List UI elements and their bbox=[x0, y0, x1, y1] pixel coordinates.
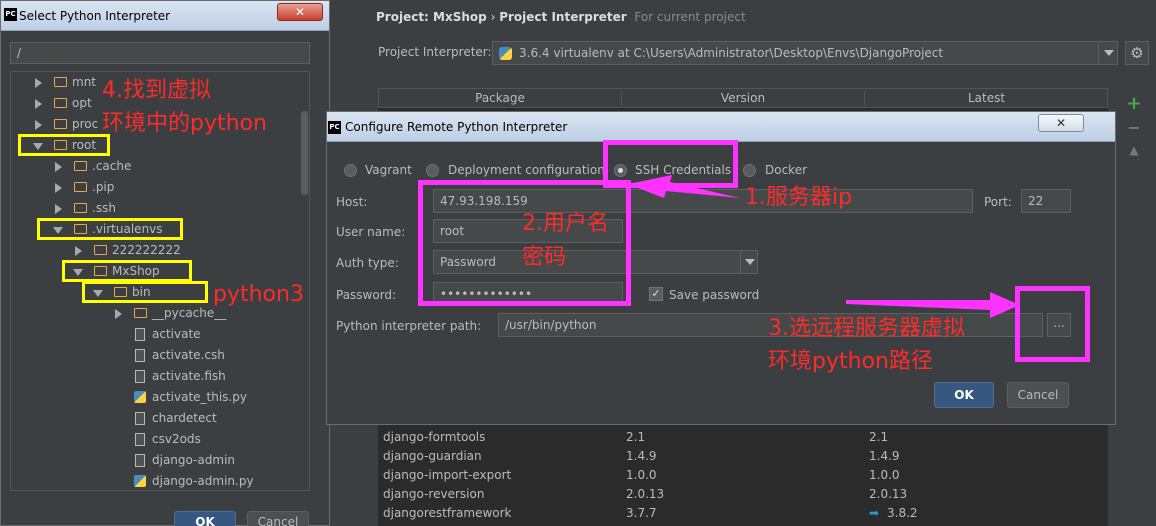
note-step3-line2: 环境python路径 bbox=[768, 349, 933, 374]
note-step4-line1: 4.找到虚拟 bbox=[102, 78, 211, 103]
note-step4-line2: 环境中的python bbox=[102, 111, 267, 136]
note-python3: python3 bbox=[213, 282, 304, 307]
note-step3-line1: 3.选远程服务器虚拟 bbox=[768, 316, 965, 341]
note-step1: 1.服务器ip bbox=[745, 185, 853, 210]
arrow-to-ssh bbox=[628, 175, 740, 198]
note-step2-line2: 密码 bbox=[522, 245, 567, 270]
note-step2-line1: 2.用户名 bbox=[522, 211, 609, 236]
